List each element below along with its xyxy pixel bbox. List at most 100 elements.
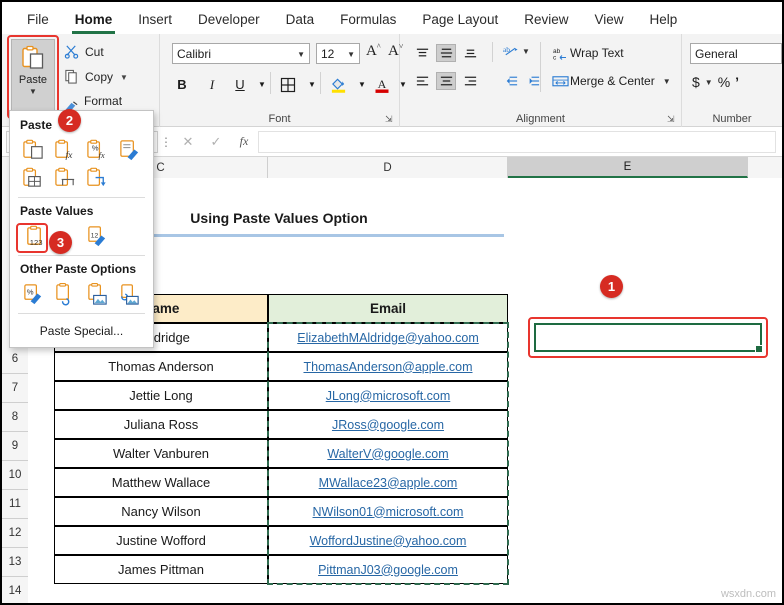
column-header-e[interactable]: E [508, 157, 748, 178]
borders-chevron-down-icon[interactable]: ▼ [302, 74, 322, 95]
paste-values-number-formatting-icon[interactable]: 12 [82, 222, 112, 250]
row-header-9[interactable]: 9 [2, 432, 28, 461]
increase-indent-icon[interactable] [522, 72, 542, 90]
tab-developer[interactable]: Developer [185, 8, 273, 31]
font-size-input[interactable]: 12 ▼ [316, 43, 360, 64]
table-cell-email[interactable]: ThomasAnderson@apple.com [268, 352, 508, 381]
table-cell-name[interactable]: Juliana Ross [54, 410, 268, 439]
selected-cell-e5[interactable] [534, 323, 763, 353]
row-header-10[interactable]: 10 [2, 461, 28, 490]
align-left-icon[interactable] [412, 72, 432, 90]
font-dialog-launcher[interactable]: ⇲ [385, 114, 395, 124]
orientation-chevron-down-icon[interactable]: ▼ [522, 47, 530, 56]
font-name-chevron-down-icon[interactable]: ▼ [297, 50, 305, 59]
increase-font-size-icon[interactable]: A^ [366, 42, 381, 60]
table-cell-email[interactable]: JLong@microsoft.com [268, 381, 508, 410]
align-bottom-icon[interactable] [460, 44, 480, 62]
horizontal-align-group [412, 72, 480, 90]
cancel-entry-button[interactable]: ✕ [174, 134, 202, 150]
tab-formulas[interactable]: Formulas [327, 8, 409, 31]
insert-function-button[interactable]: fx [230, 134, 258, 149]
tab-page-layout[interactable]: Page Layout [409, 8, 511, 31]
number-format-select[interactable]: General [690, 43, 782, 64]
table-cell-email[interactable]: JRoss@google.com [268, 410, 508, 439]
column-header-f[interactable] [748, 157, 782, 178]
tab-file[interactable]: File [14, 8, 62, 31]
table-cell-name[interactable]: Thomas Anderson [54, 352, 268, 381]
underline-button[interactable]: U [230, 74, 250, 95]
table-cell-email[interactable]: MWallace23@apple.com [268, 468, 508, 497]
watermark: wsxdn.com [720, 588, 776, 600]
paste-values-icon[interactable]: 123 [20, 222, 50, 250]
tab-data[interactable]: Data [273, 8, 328, 31]
paste-special-menu-item[interactable]: Paste Special... [10, 319, 153, 342]
paste-transpose-icon[interactable] [82, 164, 112, 192]
table-cell-email[interactable]: PittmanJ03@google.com [268, 555, 508, 584]
tab-home[interactable]: Home [62, 8, 126, 34]
row-header-6[interactable]: 6 [2, 345, 28, 374]
tab-insert[interactable]: Insert [125, 8, 185, 31]
wrap-text-button[interactable]: ab c Wrap Text [550, 44, 624, 62]
tab-review[interactable]: Review [511, 8, 581, 31]
table-cell-name[interactable]: Jettie Long [54, 381, 268, 410]
tab-view[interactable]: View [581, 8, 636, 31]
paste-linked-picture-icon[interactable] [114, 280, 144, 308]
font-size-chevron-down-icon[interactable]: ▼ [347, 50, 355, 59]
merge-center-button[interactable]: Merge & Center ▼ [550, 72, 671, 90]
align-right-icon[interactable] [460, 72, 480, 90]
align-top-icon[interactable] [412, 44, 432, 62]
paste-link-icon[interactable] [50, 280, 80, 308]
fill-color-button[interactable] [328, 74, 348, 95]
copy-chevron-down-icon[interactable]: ▼ [120, 73, 128, 82]
table-cell-name[interactable]: Walter Vanburen [54, 439, 268, 468]
table-cell-name[interactable]: Matthew Wallace [54, 468, 268, 497]
paste-no-borders-icon[interactable] [18, 164, 48, 192]
paste-formulas-icon[interactable]: fx [50, 136, 80, 164]
row-header-12[interactable]: 12 [2, 519, 28, 548]
underline-chevron-down-icon[interactable]: ▼ [252, 74, 272, 95]
cut-button[interactable]: Cut [64, 44, 104, 60]
orientation-icon[interactable]: ab [500, 43, 520, 61]
table-cell-name[interactable]: Justine Wofford [54, 526, 268, 555]
percent-button[interactable]: % [718, 74, 730, 90]
paste-keep-column-widths-icon[interactable] [50, 164, 80, 192]
bold-button[interactable]: B [172, 74, 192, 95]
decrease-indent-icon[interactable] [500, 72, 520, 90]
font-name-input[interactable]: Calibri ▼ [172, 43, 310, 64]
row-header-13[interactable]: 13 [2, 548, 28, 577]
table-cell-email[interactable]: NWilson01@microsoft.com [268, 497, 508, 526]
row-header-7[interactable]: 7 [2, 374, 28, 403]
paste-picture-icon[interactable] [82, 280, 112, 308]
table-cell-email[interactable]: ElizabethMAldridge@yahoo.com [268, 323, 508, 352]
borders-button[interactable] [278, 74, 298, 95]
paste-chevron-down-icon[interactable]: ▼ [29, 87, 37, 96]
other-paste-options-heading: Other Paste Options [20, 262, 137, 276]
comma-style-button[interactable]: ’ [735, 74, 739, 90]
table-cell-name[interactable]: James Pittman [54, 555, 268, 584]
formula-input[interactable] [258, 130, 776, 153]
currency-button[interactable]: $ [692, 74, 700, 90]
align-center-icon[interactable] [436, 72, 456, 90]
paste-formulas-number-format-icon[interactable]: % fx [82, 136, 112, 164]
table-cell-email[interactable]: WalterV@google.com [268, 439, 508, 468]
column-header-d[interactable]: D [268, 157, 508, 178]
alignment-dialog-launcher[interactable]: ⇲ [667, 114, 677, 124]
paste-icon[interactable] [18, 136, 48, 164]
table-cell-email[interactable]: WoffordJustine@yahoo.com [268, 526, 508, 555]
table-cell-name[interactable]: Nancy Wilson [54, 497, 268, 526]
currency-chevron-down-icon[interactable]: ▼ [705, 78, 713, 87]
paste-formatting-icon[interactable]: % [18, 280, 48, 308]
paste-button[interactable]: Paste ▼ [11, 39, 55, 115]
confirm-entry-button[interactable]: ✓ [202, 134, 230, 150]
copy-button[interactable]: Copy ▼ [64, 69, 128, 85]
tab-help[interactable]: Help [637, 8, 691, 31]
paste-keep-source-formatting-icon[interactable] [114, 136, 144, 164]
align-middle-icon[interactable] [436, 44, 456, 62]
row-header-8[interactable]: 8 [2, 403, 28, 432]
italic-button[interactable]: I [202, 74, 222, 95]
merge-center-chevron-down-icon[interactable]: ▼ [663, 77, 671, 86]
fill-color-chevron-down-icon[interactable]: ▼ [352, 74, 372, 95]
row-header-11[interactable]: 11 [2, 490, 28, 519]
font-color-button[interactable]: A [372, 74, 392, 95]
row-header-14[interactable]: 14 [2, 577, 28, 603]
